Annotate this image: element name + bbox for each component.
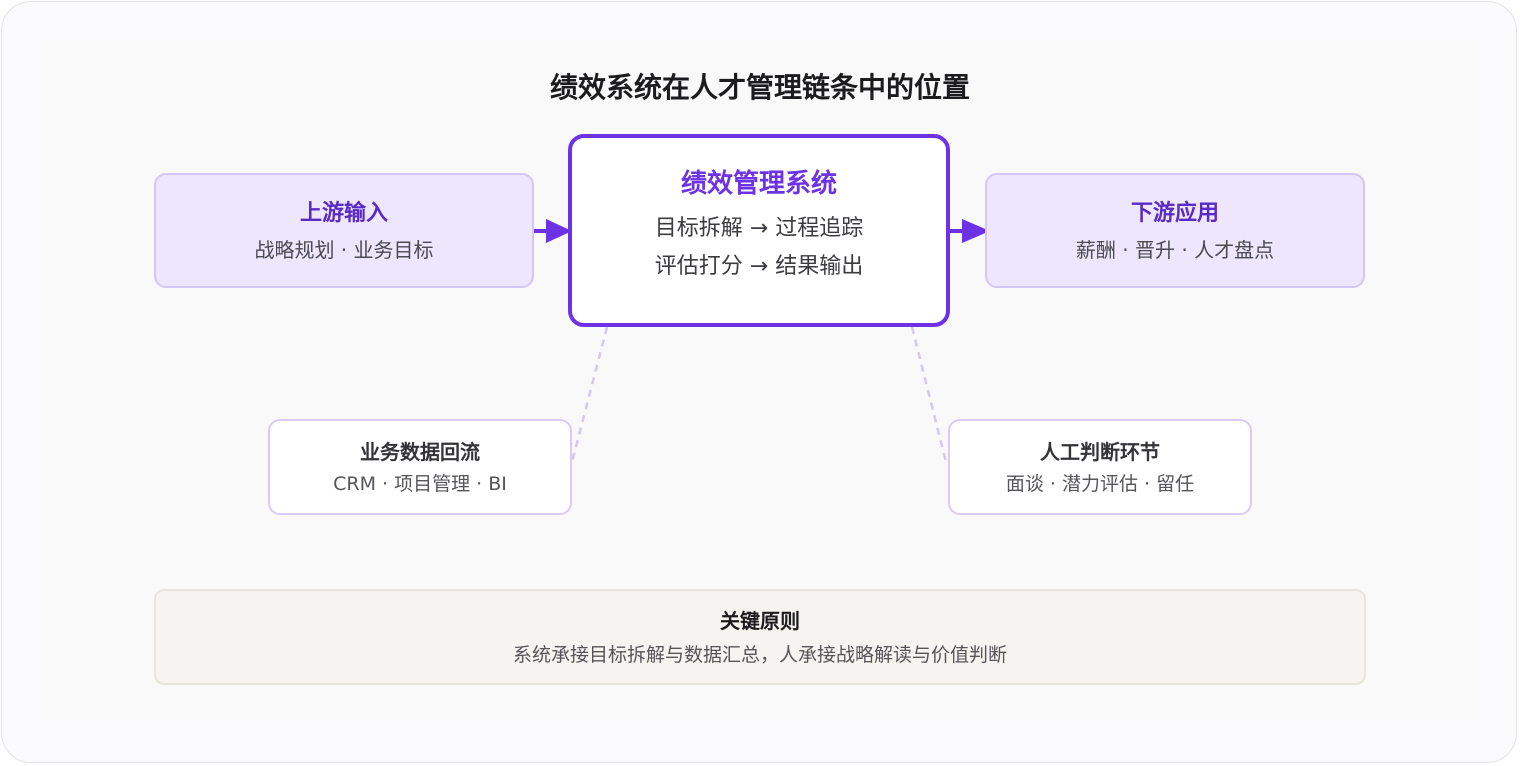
upstream-detail: 战略规划 · 业务目标 <box>254 238 434 262</box>
data-feedback-heading: 业务数据回流 <box>360 440 480 464</box>
performance-system-box: 绩效管理系统 目标拆解 → 过程追踪 评估打分 → 结果输出 <box>568 134 950 327</box>
data-feedback-box: 业务数据回流 CRM · 项目管理 · BI <box>268 419 572 515</box>
human-judgment-heading: 人工判断环节 <box>1040 440 1160 464</box>
key-principle-heading: 关键原则 <box>720 609 800 633</box>
key-principle-box: 关键原则 系统承接目标拆解与数据汇总，人承接战略解读与价值判断 <box>154 589 1366 685</box>
human-judgment-detail: 面谈 · 潜力评估 · 留任 <box>1005 473 1195 495</box>
downstream-detail: 薪酬 · 晋升 · 人才盘点 <box>1075 238 1275 262</box>
downstream-heading: 下游应用 <box>1130 201 1219 226</box>
data-feedback-detail: CRM · 项目管理 · BI <box>333 473 507 495</box>
upstream-box: 上游输入 战略规划 · 业务目标 <box>154 173 534 288</box>
human-judgment-dashed-link <box>910 326 948 463</box>
data-feedback-dashed-link <box>570 326 609 463</box>
performance-system-line2: 评估打分 → 结果输出 <box>654 254 864 279</box>
upstream-heading: 上游输入 <box>299 201 388 226</box>
downstream-box: 下游应用 薪酬 · 晋升 · 人才盘点 <box>985 173 1365 288</box>
performance-system-heading: 绩效管理系统 <box>680 169 837 199</box>
performance-system-line1: 目标拆解 → 过程追踪 <box>654 216 864 241</box>
key-principle-detail: 系统承接目标拆解与数据汇总，人承接战略解读与价值判断 <box>512 644 1007 666</box>
human-judgment-box: 人工判断环节 面谈 · 潜力评估 · 留任 <box>948 419 1252 515</box>
